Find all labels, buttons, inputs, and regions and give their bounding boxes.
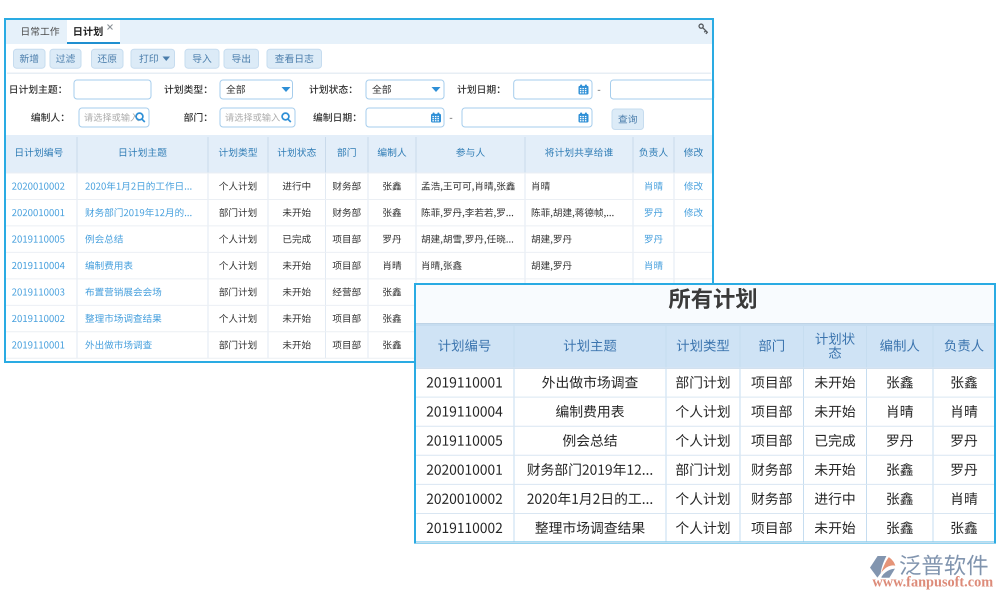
svg-text:www.fanpusoft.com: www.fanpusoft.com [872, 575, 993, 591]
